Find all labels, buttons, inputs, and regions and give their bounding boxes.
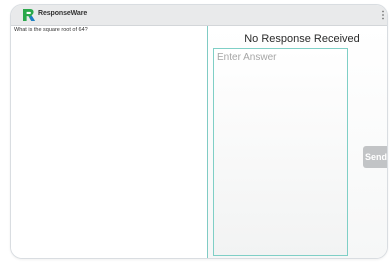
app-title: ResponseWare	[38, 10, 88, 17]
answer-input[interactable]	[213, 48, 348, 256]
response-pane: No Response Received Send	[208, 26, 387, 258]
response-status: No Response Received	[244, 33, 360, 45]
overflow-menu-icon[interactable]	[381, 10, 385, 20]
responseware-r-logo-icon	[23, 9, 35, 21]
app-bar: ResponseWare	[11, 5, 387, 26]
send-button[interactable]: Send	[363, 146, 387, 168]
device-frame: ResponseWare What is the square root of …	[10, 4, 388, 259]
question-pane: What is the square root of 64?	[11, 26, 207, 258]
question-text: What is the square root of 64?	[14, 27, 88, 33]
